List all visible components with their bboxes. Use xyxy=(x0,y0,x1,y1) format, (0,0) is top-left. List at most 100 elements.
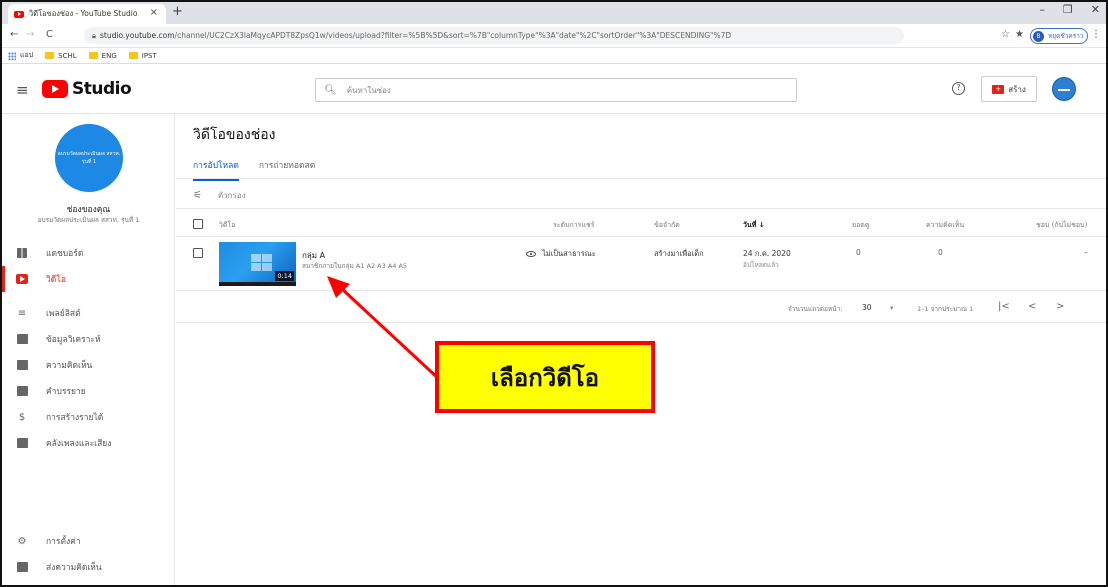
search-placeholder: ค้นหาในช่อง xyxy=(346,85,391,95)
sidebar-item-analytics[interactable]: ข้อมูลวิเคราะห์ xyxy=(2,326,175,352)
dashboard-icon xyxy=(16,247,28,259)
pagination: จำนวนแถวต่อหน้า: 30 ▾ 1–1 จากประมาณ 1 |<… xyxy=(176,300,1106,320)
column-date[interactable]: วันที่ ↓ xyxy=(743,220,765,231)
url-host: studio.youtube.com xyxy=(100,31,175,40)
close-window-button[interactable]: ✕ xyxy=(1091,3,1100,16)
video-duration: 0:14 xyxy=(275,271,294,281)
sidebar-item-settings[interactable]: ⚙ การตั้งค่า xyxy=(2,528,175,554)
sidebar-item-audio-library[interactable]: คลังเพลงและเสียง xyxy=(2,430,175,456)
search-icon: 🔍︎ xyxy=(324,84,337,96)
bookmark-label: IPST xyxy=(141,51,157,60)
thumbnail-taskbar xyxy=(219,282,296,286)
bookmark-folder-schl[interactable]: SCHL xyxy=(45,52,77,60)
divider xyxy=(176,208,1106,209)
sidebar-item-dashboard[interactable]: แดชบอร์ด xyxy=(2,240,175,266)
visibility-dropdown[interactable]: ไม่เป็นสาธารณะ xyxy=(526,248,596,260)
studio-logo[interactable]: Studio xyxy=(42,79,132,99)
monetization-icon: $ xyxy=(18,411,26,423)
create-button[interactable]: + สร้าง xyxy=(981,76,1037,102)
channel-search-input[interactable]: 🔍︎ ค้นหาในช่อง xyxy=(315,78,797,102)
sidebar: อบรมวัดผลประเมินผล สสวท. รุ่นที่ 1 ช่องข… xyxy=(2,114,175,585)
comments-icon xyxy=(16,359,28,371)
sidebar-item-videos[interactable]: วิดีโอ xyxy=(2,266,175,292)
bookmark-label: ENG xyxy=(101,51,117,60)
column-restrictions[interactable]: ข้อจำกัด xyxy=(654,220,680,231)
forward-button[interactable]: → xyxy=(26,29,34,40)
maximize-button[interactable]: ❐ xyxy=(1063,3,1073,16)
bookmark-folder-eng[interactable]: ENG xyxy=(88,51,117,60)
sidebar-item-label: ข้อมูลวิเคราะห์ xyxy=(46,335,101,345)
url-field[interactable]: 🔒︎ studio.youtube.com/channel/UC2CzX3laMq… xyxy=(84,27,904,44)
settings-icon: ⚙ xyxy=(17,535,27,547)
bookmarks-bar: แอป SCHL ENG IPST xyxy=(2,48,1106,64)
back-button[interactable]: ← xyxy=(10,29,18,40)
filter-input[interactable]: ⚟ ตัวกรอง xyxy=(193,189,246,202)
youtube-logo-icon xyxy=(42,80,68,98)
tab-title: วิดีโอของช่อง - YouTube Studio xyxy=(29,9,138,18)
sidebar-item-comments[interactable]: ความคิดเห็น xyxy=(2,352,175,378)
hamburger-menu-icon[interactable]: ≡ xyxy=(16,81,29,99)
date-status: อัปโหลดแล้ว xyxy=(743,261,779,269)
video-description: สมาชิกภายในกลุ่ม A1 A2 A3 A4 A5 xyxy=(302,262,408,270)
profile-avatar: B xyxy=(1033,30,1044,42)
column-visibility[interactable]: ระดับการแชร์ xyxy=(553,220,594,231)
likes-value: – xyxy=(1084,248,1088,257)
bookmark-star-icon[interactable]: ☆ xyxy=(1001,29,1010,40)
browser-menu-icon[interactable]: ⋮ xyxy=(1091,29,1101,40)
account-avatar[interactable] xyxy=(1052,77,1076,101)
browser-tab-strip: วิดีโอของช่อง - YouTube Studio × + – ❐ ✕ xyxy=(2,2,1106,24)
profile-button[interactable]: B หยุดชั่วคราว xyxy=(1030,28,1088,44)
date-value: 24 ก.ค. 2020 xyxy=(743,249,791,258)
sidebar-item-label: การตั้งค่า xyxy=(46,537,81,547)
sidebar-item-label: แดชบอร์ด xyxy=(46,249,84,259)
column-video[interactable]: วิดีโอ xyxy=(219,220,235,231)
analytics-icon xyxy=(16,333,28,345)
prev-page-button[interactable]: < xyxy=(1028,301,1036,312)
visibility-value: ไม่เป็นสาธารณะ xyxy=(542,249,596,258)
chevron-down-icon[interactable]: ▾ xyxy=(890,304,893,312)
sidebar-item-playlists[interactable]: ≡ เพลย์ลิสต์ xyxy=(2,300,175,326)
window-controls: – ❐ ✕ xyxy=(1039,3,1100,16)
extension-icon[interactable]: ★ xyxy=(1015,29,1024,40)
filter-placeholder: ตัวกรอง xyxy=(217,191,246,200)
column-likes[interactable]: ชอบ (กับไม่ชอบ) xyxy=(1036,220,1087,231)
sidebar-item-label: การสร้างรายได้ xyxy=(46,413,104,423)
table-header: วิดีโอ ระดับการแชร์ ข้อจำกัด วันที่ ↓ ยอ… xyxy=(176,214,1106,236)
minimize-button[interactable]: – xyxy=(1039,3,1045,16)
next-page-button[interactable]: > xyxy=(1056,301,1064,312)
sidebar-item-subtitles[interactable]: คำบรรยาย xyxy=(2,378,175,404)
create-video-icon: + xyxy=(992,84,1005,94)
bookmark-apps[interactable]: แอป xyxy=(8,50,33,61)
table-row[interactable]: 0:14 กลุ่ม A สมาชิกภายในกลุ่ม A1 A2 A3 A… xyxy=(176,237,1106,289)
new-tab-button[interactable]: + xyxy=(172,4,183,19)
browser-tab[interactable]: วิดีโอของช่อง - YouTube Studio × xyxy=(8,4,166,24)
restrictions-value: สร้างมาเพื่อเด็ก xyxy=(654,249,704,258)
bookmark-folder-ipst[interactable]: IPST xyxy=(128,51,157,60)
apps-grid-icon xyxy=(8,51,16,60)
views-value: 0 xyxy=(856,248,861,257)
comments-value: 0 xyxy=(938,248,943,257)
help-icon[interactable]: ? xyxy=(952,82,965,95)
studio-header: ≡ Studio 🔍︎ ค้นหาในช่อง ? + สร้าง xyxy=(2,64,1106,114)
divider xyxy=(176,322,1106,323)
channel-avatar[interactable]: อบรมวัดผลประเมินผล สสวท. รุ่นที่ 1 xyxy=(55,124,123,192)
filter-icon: ⚟ xyxy=(193,190,202,201)
column-comments[interactable]: ความคิดเห็น xyxy=(926,220,964,231)
sidebar-item-monetization[interactable]: $ การสร้างรายได้ xyxy=(2,404,175,430)
reload-button[interactable]: C xyxy=(46,29,53,40)
subtitles-icon xyxy=(16,385,28,397)
tab-close-icon[interactable]: × xyxy=(150,7,158,18)
row-checkbox[interactable] xyxy=(193,248,203,258)
address-bar-row: ← → C 🔒︎ studio.youtube.com/channel/UC2Cz… xyxy=(2,24,1106,48)
rows-per-page-select[interactable]: 30 xyxy=(862,303,872,312)
folder-icon xyxy=(45,52,55,59)
sidebar-item-feedback[interactable]: ส่งความคิดเห็น xyxy=(2,554,175,580)
profile-label: หยุดชั่วคราว xyxy=(1048,32,1084,40)
video-thumbnail[interactable]: 0:14 xyxy=(219,242,296,286)
annotation-callout: เลือกวิดีโอ xyxy=(435,341,655,413)
sidebar-item-label: คลังเพลงและเสียง xyxy=(46,439,112,449)
select-all-checkbox[interactable] xyxy=(193,219,203,229)
first-page-button[interactable]: |< xyxy=(998,301,1010,312)
column-views[interactable]: ยอดดู xyxy=(852,220,869,231)
channel-title: ช่องของคุณ xyxy=(66,205,111,215)
